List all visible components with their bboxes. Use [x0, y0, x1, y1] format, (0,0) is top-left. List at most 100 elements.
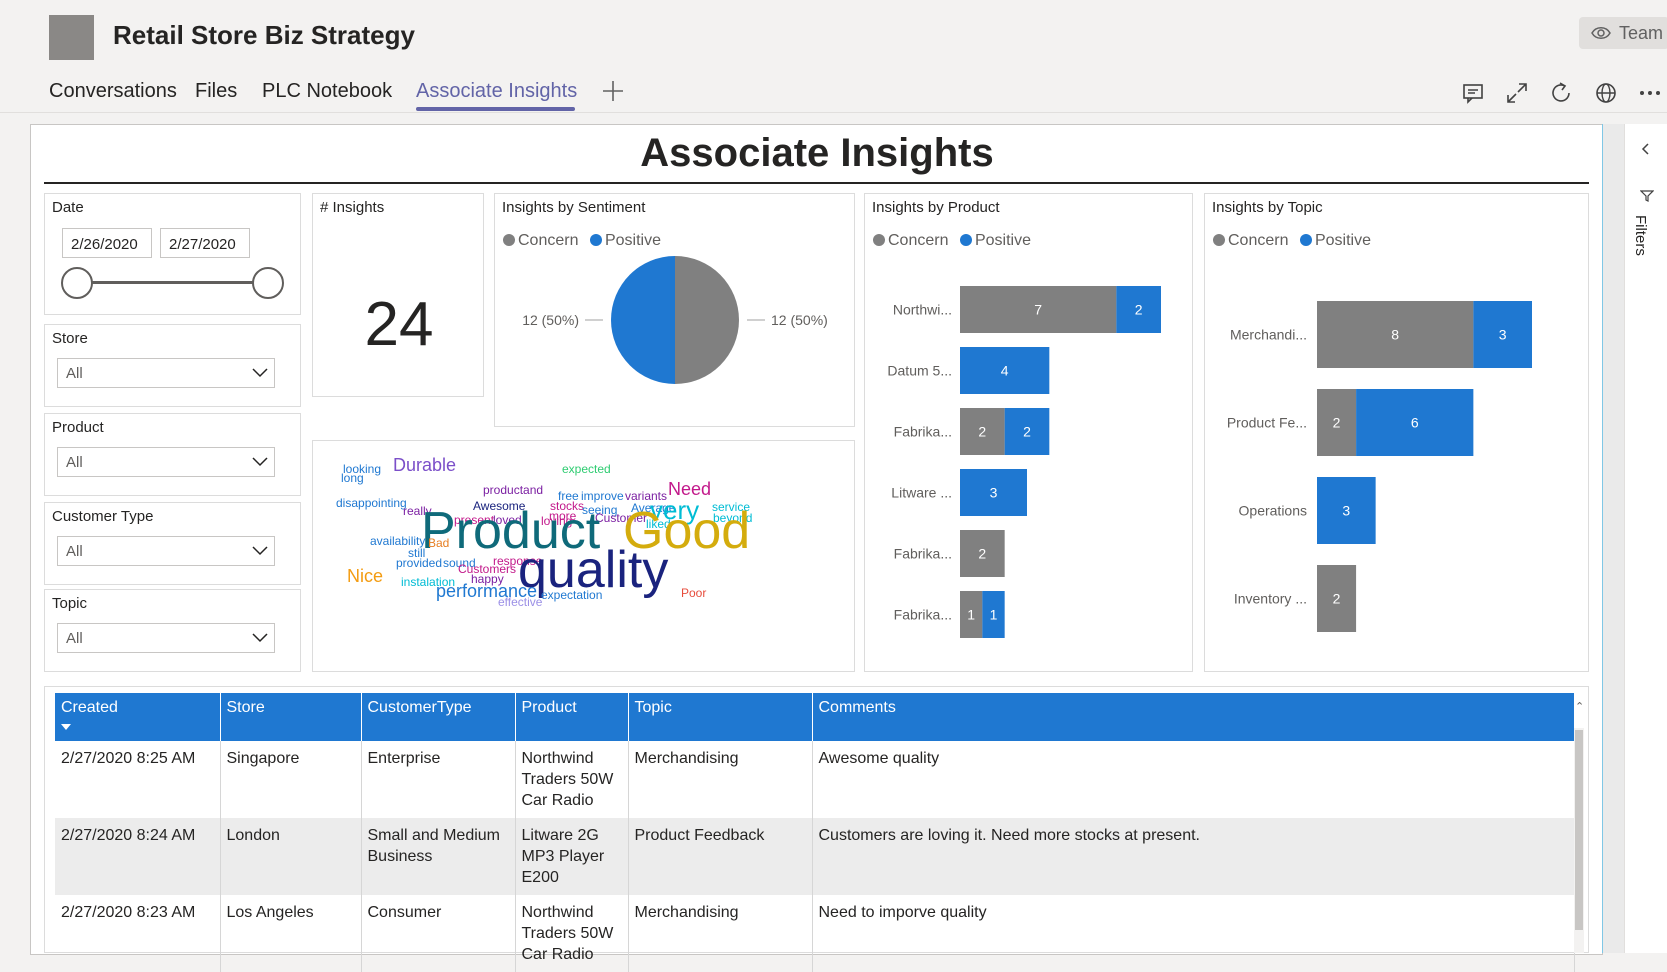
filter-icon — [1640, 190, 1654, 202]
expand-icon[interactable] — [1504, 80, 1530, 106]
plus-icon[interactable] — [600, 78, 626, 104]
product-slicer: Product All — [44, 413, 301, 496]
cell-product: Litware 2G MP3 Player E200 — [515, 818, 629, 895]
column-header-created[interactable]: Created — [55, 693, 221, 741]
scroll-up-icon[interactable]: ⌃ — [1575, 700, 1584, 713]
word-cloud-word[interactable]: productand — [483, 484, 543, 496]
category-label: Merchandi... — [1230, 327, 1307, 343]
word-cloud-word[interactable]: provided — [396, 557, 442, 569]
bar-data-label: 2 — [978, 424, 986, 440]
word-cloud-word[interactable]: Durable — [393, 456, 456, 474]
sentiment-chart-title: Insights by Sentiment — [502, 199, 646, 216]
bar-data-label: 2 — [978, 546, 986, 562]
word-cloud-word[interactable]: effective — [498, 596, 542, 608]
title-underline — [44, 182, 1589, 184]
column-header-customertype[interactable]: CustomerType — [361, 693, 516, 741]
category-label: Fabrika... — [894, 424, 952, 440]
column-header-comments[interactable]: Comments — [812, 693, 1575, 741]
tab-conversations[interactable]: Conversations — [49, 80, 177, 103]
chevron-down-icon — [252, 368, 268, 378]
tab-associate-insights[interactable]: Associate Insights — [416, 80, 577, 103]
cell-comments: Need to imporve quality — [812, 895, 1575, 972]
bar-data-label: 2 — [1023, 424, 1031, 440]
cell-created: 2/27/2020 8:23 AM — [55, 895, 221, 972]
column-header-store[interactable]: Store — [220, 693, 362, 741]
product-bar-chart[interactable]: Northwi... 7 2 Datum 5... 4 Fabrika... 2 2 Litwa… — [865, 194, 1194, 673]
legend-dot-concern — [503, 234, 515, 246]
word-cloud-word[interactable]: Bad — [428, 537, 449, 549]
cell-created: 2/27/2020 8:25 AM — [55, 741, 221, 818]
insights-count-card: # Insights 24 — [312, 193, 484, 397]
cell-comments: Awesome quality — [812, 741, 1575, 818]
pie-slice-concern[interactable] — [675, 256, 739, 384]
word-cloud-card: looking long Durable expected productand Need… — [312, 440, 855, 672]
bar-data-label: 8 — [1391, 327, 1399, 343]
refresh-icon[interactable] — [1548, 80, 1574, 106]
category-label: Product Fe... — [1227, 415, 1307, 431]
bar-data-label: 6 — [1411, 415, 1419, 431]
date-end-input[interactable]: 2/27/2020 — [160, 228, 250, 258]
sentiment-legend: Concern Positive — [503, 232, 668, 250]
word-cloud-word[interactable]: expectation — [541, 589, 602, 601]
date-start-handle[interactable] — [61, 267, 93, 299]
table-row[interactable]: 2/27/2020 8:24 AM London Small and Mediu… — [55, 818, 1575, 895]
category-label: Fabrika... — [894, 607, 952, 623]
filters-label[interactable]: Filters — [1632, 215, 1649, 256]
report-title: Associate Insights — [640, 131, 994, 175]
chevron-left-icon[interactable] — [1639, 142, 1653, 156]
category-label: Operations — [1239, 503, 1307, 519]
insights-table: Created Store CustomerType Product Topic… — [55, 693, 1575, 972]
column-header-product[interactable]: Product — [515, 693, 629, 741]
chat-icon[interactable] — [1460, 80, 1486, 106]
word-cloud-word[interactable]: improve — [581, 490, 624, 502]
date-end-value: 2/27/2020 — [169, 236, 236, 253]
insights-count-title: # Insights — [320, 199, 385, 216]
store-slicer: Store All — [44, 324, 301, 407]
eye-icon — [1591, 27, 1611, 39]
word-cloud-word[interactable]: disappointing — [336, 497, 407, 509]
topic-slicer: Topic All — [44, 589, 301, 672]
cell-product: Northwind Traders 50W Car Radio — [515, 741, 629, 818]
pie-data-label: 12 (50%) — [522, 312, 579, 328]
pie-data-label: 12 (50%) — [771, 312, 828, 328]
bar-data-label: 4 — [1001, 363, 1009, 379]
tab-plc-notebook[interactable]: PLC Notebook — [262, 80, 392, 103]
word-cloud[interactable]: looking long Durable expected productand Need… — [313, 441, 856, 673]
cell-customer-type: Consumer — [361, 895, 516, 972]
customer-type-dropdown[interactable]: All — [57, 536, 275, 566]
more-icon[interactable] — [1637, 80, 1663, 106]
table-scrollbar-thumb[interactable] — [1575, 730, 1583, 930]
bar-data-label: 1 — [967, 607, 975, 623]
date-start-input[interactable]: 2/26/2020 — [62, 228, 152, 258]
category-label: Litware ... — [891, 485, 952, 501]
legend-label-concern: Concern — [518, 232, 579, 249]
topic-dropdown[interactable]: All — [57, 623, 275, 653]
pie-slice-positive[interactable] — [611, 256, 675, 384]
product-dropdown[interactable]: All — [57, 447, 275, 477]
team-button[interactable]: Team — [1579, 17, 1667, 49]
word-cloud-word[interactable]: Nice — [347, 567, 383, 585]
app-header: Retail Store Biz Strategy Team Conversat… — [0, 0, 1667, 112]
store-dropdown[interactable]: All — [57, 358, 275, 388]
cell-customer-type: Small and Medium Business — [361, 818, 516, 895]
word-cloud-word[interactable]: Poor — [681, 587, 706, 599]
date-end-handle[interactable] — [252, 267, 284, 299]
cell-store: Singapore — [220, 741, 362, 818]
bar-data-label: 7 — [1034, 302, 1042, 318]
cell-topic: Product Feedback — [628, 818, 813, 895]
sentiment-pie-chart[interactable]: 12 (50%) 12 (50%) — [495, 249, 856, 419]
customer-type-slicer: Customer Type All — [44, 502, 301, 585]
topic-bar-chart[interactable]: Merchandi... 8 3 Product Fe... 2 6 Operations 3… — [1205, 194, 1590, 673]
cell-product: Northwind Traders 50W Car Radio — [515, 895, 629, 972]
table-row[interactable]: 2/27/2020 8:25 AM Singapore Enterprise N… — [55, 741, 1575, 818]
word-cloud-word[interactable]: long — [341, 472, 364, 484]
word-cloud-word[interactable]: expected — [562, 463, 611, 475]
column-header-topic[interactable]: Topic — [628, 693, 813, 741]
product-dropdown-value: All — [66, 454, 83, 471]
cell-store: Los Angeles — [220, 895, 362, 972]
date-range-track — [77, 281, 264, 284]
table-row[interactable]: 2/27/2020 8:23 AM Los Angeles Consumer N… — [55, 895, 1575, 972]
team-button-label: Team — [1619, 23, 1664, 43]
tab-files[interactable]: Files — [195, 80, 237, 103]
globe-icon[interactable] — [1593, 80, 1619, 106]
